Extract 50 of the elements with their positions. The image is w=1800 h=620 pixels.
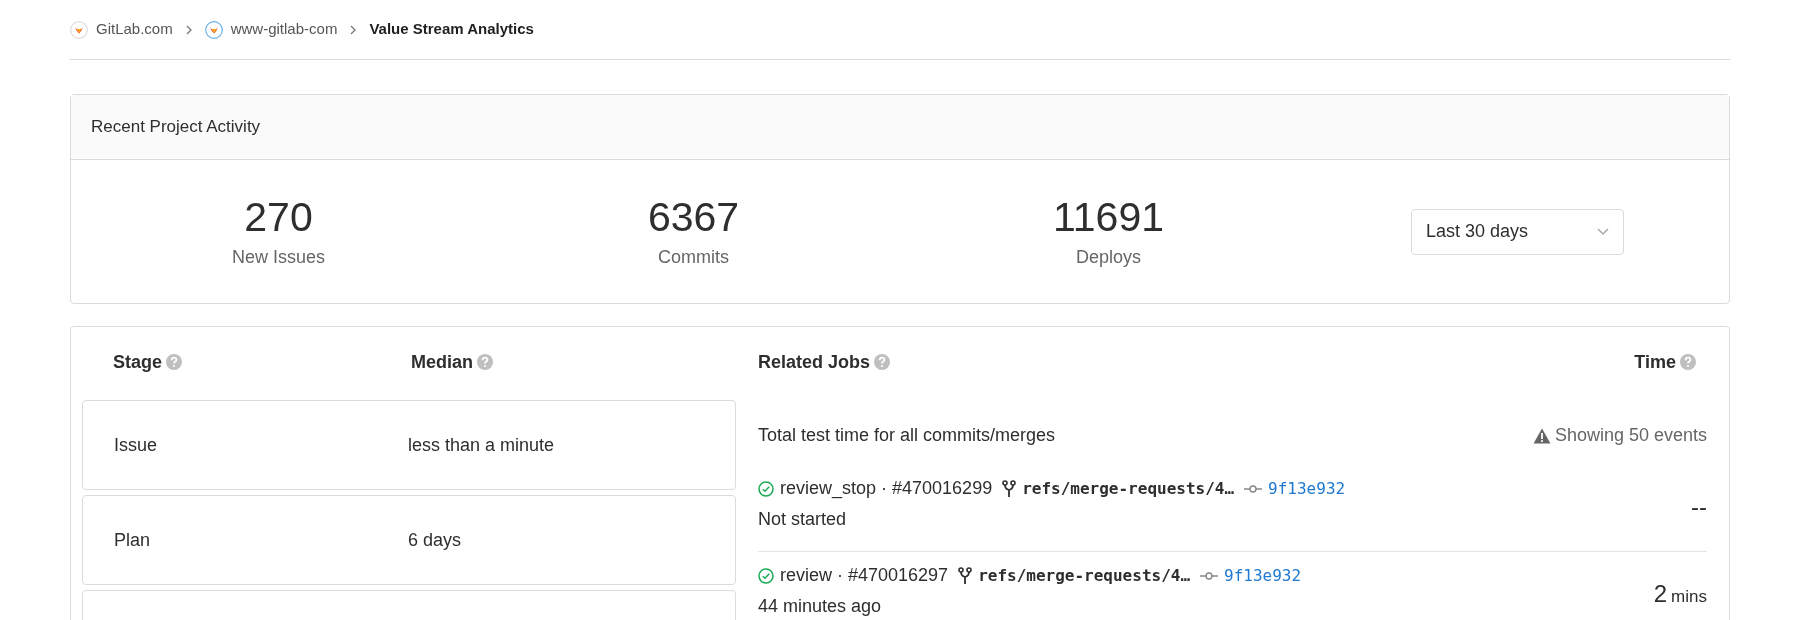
card-title: Recent Project Activity (91, 116, 261, 139)
stat-value: 11691 (1053, 193, 1164, 243)
project-avatar-icon (204, 20, 223, 39)
branch-link[interactable]: refs/merge-requests/4… (1022, 476, 1235, 501)
help-icon[interactable] (166, 354, 183, 370)
job-subtitle: 44 minutes ago (758, 595, 883, 618)
commit-link[interactable]: 9f13e932 (1268, 476, 1346, 501)
stage-row[interactable]: Plan 6 days (82, 495, 736, 585)
stage-row[interactable]: Issue less than a minute (82, 400, 736, 490)
stage-name: Issue (114, 433, 159, 457)
warning-icon (1532, 427, 1551, 444)
stat-label: Commits (658, 245, 729, 269)
job-time: 2 (1653, 579, 1668, 609)
breadcrumb-link[interactable]: GitLab.com (96, 18, 173, 41)
stage-name: Plan (114, 528, 152, 552)
stage-median: less than a minute (408, 433, 555, 457)
check-circle-icon (758, 567, 774, 584)
chevron-right-icon (349, 24, 358, 35)
commit-icon (1244, 483, 1263, 494)
stat-label: New Issues (231, 245, 325, 269)
commit-link[interactable]: 9f13e932 (1224, 563, 1302, 588)
column-header: Median (411, 348, 493, 376)
help-icon[interactable] (477, 354, 493, 370)
events-notice: Showing 50 events (1554, 424, 1707, 447)
stage-median: 6 days (408, 528, 462, 552)
help-icon[interactable] (874, 354, 891, 370)
check-circle-icon (758, 480, 774, 497)
branch-icon (958, 566, 973, 585)
jobs-description: Total test time for all commits/merges (758, 424, 1056, 447)
job-time: -- (1691, 492, 1707, 522)
breadcrumb-link[interactable]: www-gitlab-com (230, 18, 338, 41)
branch-link[interactable]: refs/merge-requests/4… (978, 563, 1191, 588)
job-subtitle: Not started (758, 508, 848, 531)
breadcrumb-current[interactable]: Value Stream Analytics (369, 18, 534, 41)
job-link[interactable]: review · #470016297 (780, 562, 949, 589)
period-dropdown[interactable]: Last 30 days (1411, 208, 1624, 255)
group-avatar-icon (70, 20, 88, 39)
job-time-unit: mins (1671, 586, 1707, 608)
help-icon[interactable] (1680, 354, 1696, 370)
branch-icon (1002, 479, 1017, 498)
stat-value: 6367 (647, 193, 740, 243)
job-link[interactable]: review_stop · #470016299 (780, 475, 993, 502)
chevron-right-icon (184, 24, 193, 35)
column-header: Time (1634, 348, 1696, 376)
commit-icon (1200, 570, 1219, 581)
column-header: Stage (113, 348, 411, 376)
stat-label: Deploys (1076, 245, 1141, 269)
column-header: Related Jobs (758, 348, 891, 376)
stat-value: 270 (244, 193, 313, 243)
chevron-down-icon (1597, 227, 1609, 236)
